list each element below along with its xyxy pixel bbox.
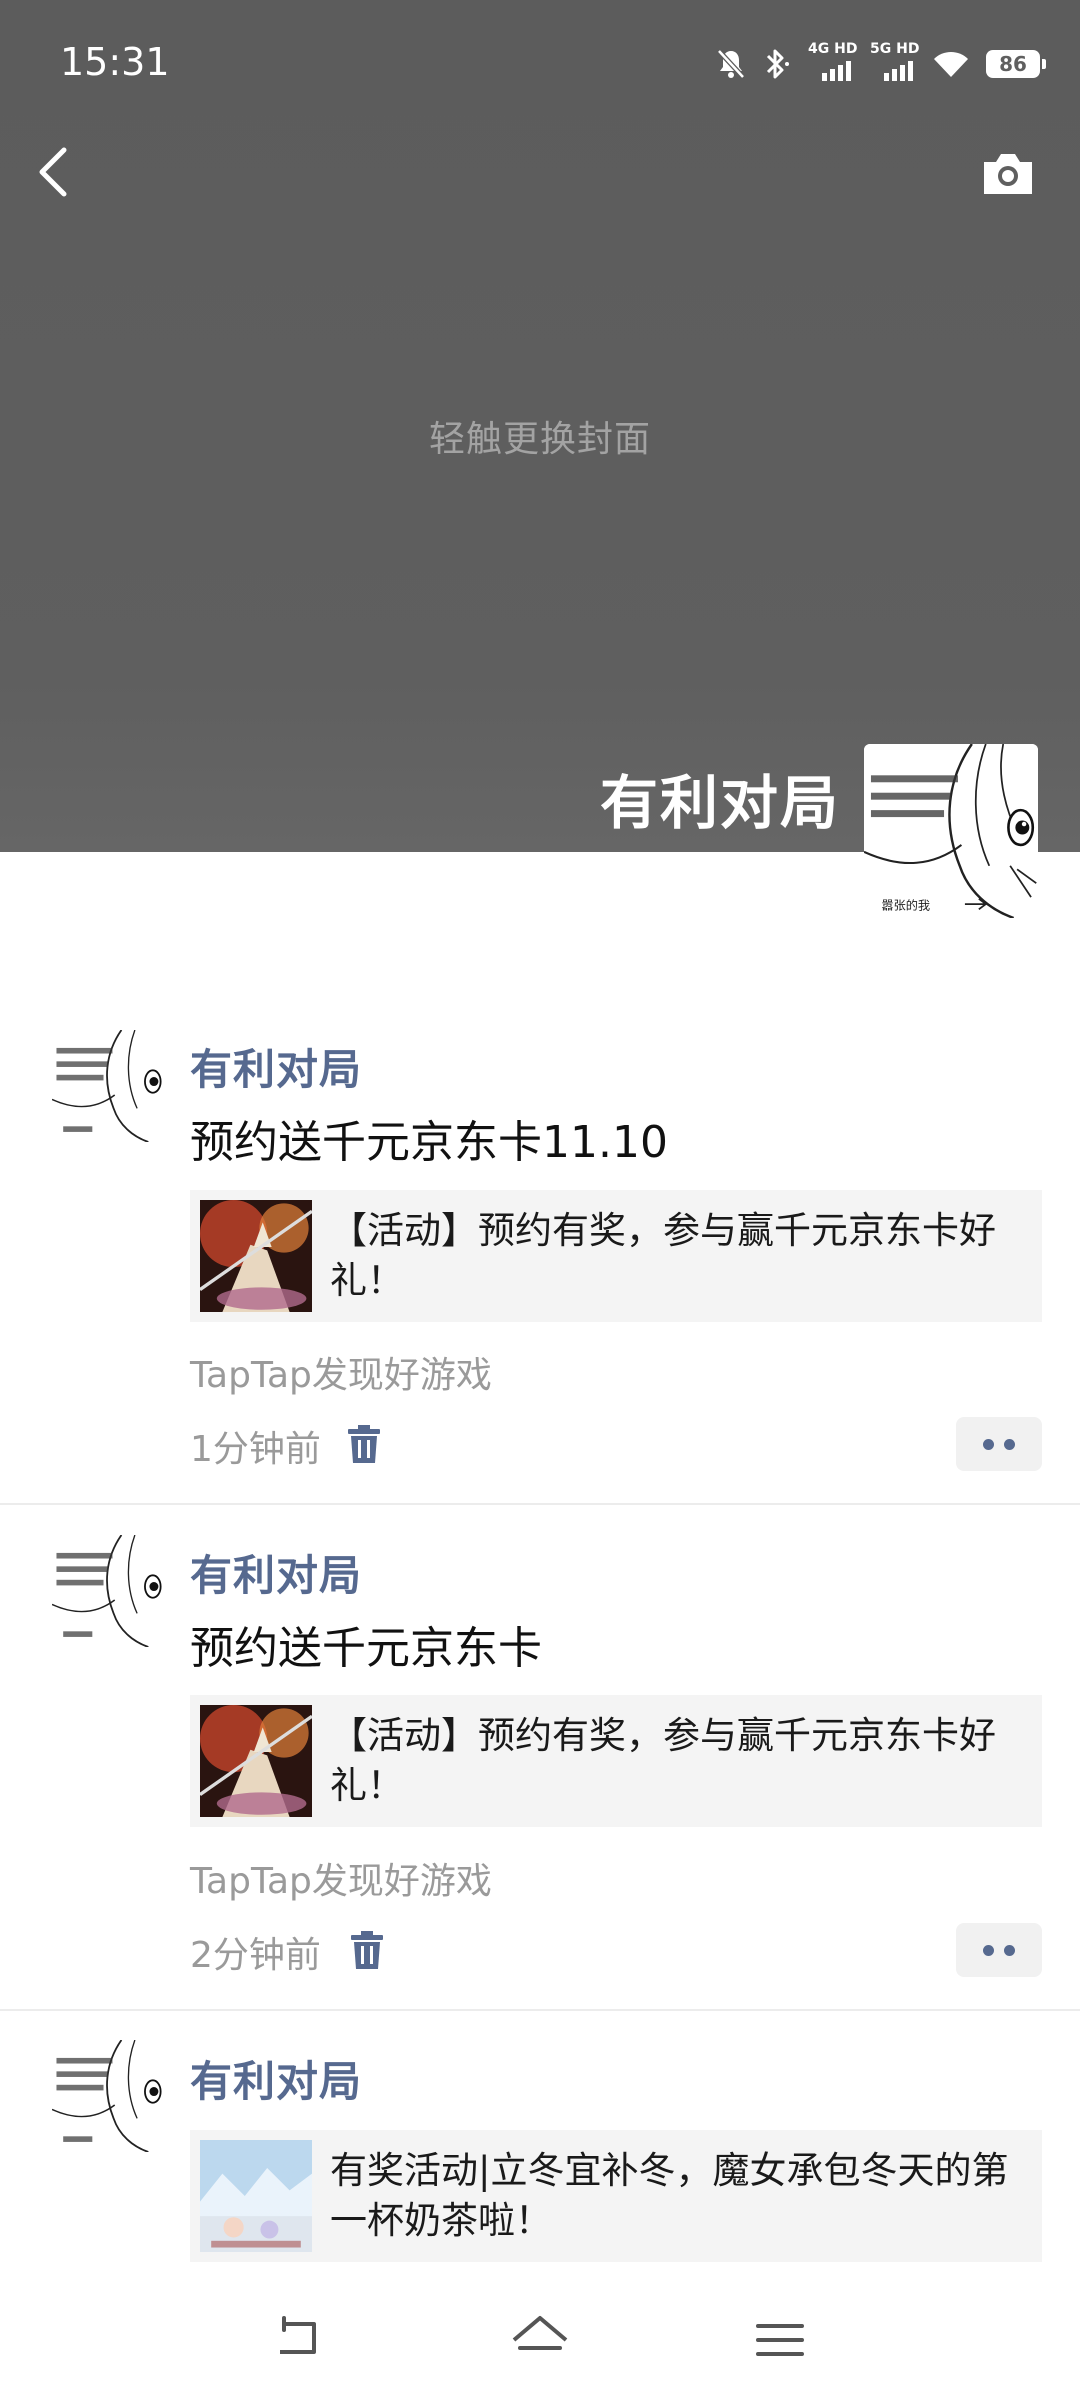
trash-icon[interactable] (349, 1931, 385, 1971)
menu-icon[interactable] (750, 2310, 810, 2370)
wifi-icon (934, 51, 968, 77)
signal-icon: 4G HD (808, 41, 857, 81)
thumbnail-art (200, 2140, 312, 2252)
share-card[interactable]: 【活动】预约有奖，参与赢千元京东卡好礼！ (190, 1190, 1042, 1322)
post-author[interactable]: 有利对局 (190, 2048, 362, 2109)
signal-2-label: 5G HD (870, 41, 920, 57)
avatar-caption: 嚣张的我 (881, 897, 930, 912)
bluetooth-icon (766, 49, 789, 79)
status-bar: 15:31 4G HD 5G HD 86 (0, 0, 1080, 130)
post-time: 2分钟前 (190, 1935, 321, 1976)
status-icons: 4G HD 5G HD 86 (716, 41, 1046, 84)
share-card-title: 【活动】预约有奖，参与赢千元京东卡好礼！ (330, 1714, 996, 1807)
profile-name: 有利对局 (599, 769, 840, 837)
share-card-title: 有奖活动|立冬宜补冬，魔女承包冬天的第一杯奶茶啦！ (330, 2149, 1009, 2242)
share-card[interactable]: 有奖活动|立冬宜补冬，魔女承包冬天的第一杯奶茶啦！ (190, 2130, 1042, 2262)
battery-icon: 86 (986, 50, 1046, 78)
more-options-button[interactable] (956, 1923, 1042, 1977)
thumbnail-art (200, 1705, 312, 1817)
divider (0, 1503, 1080, 1505)
more-options-button[interactable] (956, 1417, 1042, 1471)
divider (0, 2009, 1080, 2011)
share-card-thumbnail (200, 1705, 312, 1817)
avatar-art: 嚣张的我 (864, 744, 1038, 918)
trash-icon[interactable] (346, 1425, 382, 1465)
post-avatar-art (52, 2040, 164, 2152)
share-card-title: 【活动】预约有奖，参与赢千元京东卡好礼！ (330, 1209, 996, 1302)
post-source[interactable]: TapTap发现好游戏 (190, 1346, 492, 1398)
status-time: 15:31 (60, 40, 170, 84)
post-avatar[interactable] (52, 1535, 164, 1647)
cover-hint[interactable]: 轻触更换封面 (0, 410, 1080, 462)
thumbnail-art (200, 1200, 312, 1312)
home-icon[interactable] (510, 2310, 570, 2370)
post-source[interactable]: TapTap发现好游戏 (190, 1852, 492, 1904)
chevron-left-icon[interactable] (30, 142, 76, 202)
camera-icon[interactable] (980, 150, 1036, 196)
navigation-bar (0, 2280, 1080, 2400)
post-text: 预约送千元京东卡11.10 (190, 1117, 668, 1168)
post-author[interactable]: 有利对局 (190, 1542, 362, 1603)
avatar[interactable]: 嚣张的我 (864, 744, 1038, 918)
signal-icon: 5G HD (870, 41, 919, 81)
post-text: 预约送千元京东卡 (190, 1623, 542, 1674)
post-author[interactable]: 有利对局 (190, 1036, 362, 1097)
post-avatar[interactable] (52, 1030, 164, 1142)
signal-1-label: 4G HD (808, 41, 858, 57)
share-card-thumbnail (200, 1200, 312, 1312)
share-card-thumbnail (200, 2140, 312, 2252)
nav-back-icon[interactable] (270, 2310, 330, 2370)
post-avatar[interactable] (52, 2040, 164, 2152)
mute-icon (717, 49, 745, 79)
post-avatar-art (52, 1030, 164, 1142)
post-time: 1分钟前 (190, 1429, 321, 1470)
post-avatar-art (52, 1535, 164, 1647)
share-card[interactable]: 【活动】预约有奖，参与赢千元京东卡好礼！ (190, 1695, 1042, 1827)
battery-level: 86 (999, 52, 1027, 76)
